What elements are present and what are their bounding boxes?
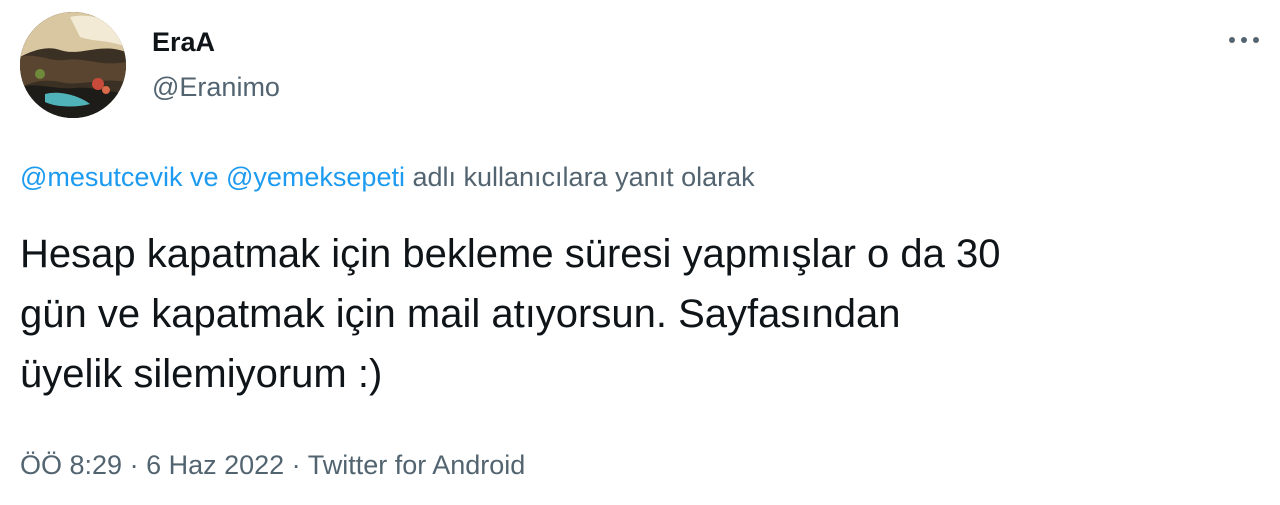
meta-separator: · bbox=[122, 450, 147, 480]
tweet-source[interactable]: Twitter for Android bbox=[308, 450, 526, 480]
mention-link-2[interactable]: @yemeksepeti bbox=[226, 162, 405, 192]
reply-context-suffix: adlı kullanıcılara yanıt olarak bbox=[404, 162, 755, 192]
author-handle[interactable]: @Eranimo bbox=[152, 70, 280, 104]
mention-link-1[interactable]: @mesutcevik bbox=[20, 162, 182, 192]
author-display-name[interactable]: EraA bbox=[152, 25, 215, 59]
tweet-text: Hesap kapatmak için bekleme süresi yapmı… bbox=[20, 232, 1001, 396]
meta-separator: · bbox=[284, 450, 308, 480]
landscape-photo-icon bbox=[20, 12, 126, 118]
tweet-date[interactable]: 6 Haz 2022 bbox=[146, 450, 284, 480]
avatar[interactable] bbox=[20, 12, 126, 118]
tweet-time[interactable]: ÖÖ 8:29 bbox=[20, 450, 122, 480]
tweet-meta: ÖÖ 8:29 · 6 Haz 2022 · Twitter for Andro… bbox=[20, 447, 525, 483]
more-horizontal-icon bbox=[1229, 37, 1259, 43]
reply-context: @mesutcevik ve @yemeksepeti adlı kullanı… bbox=[20, 159, 755, 195]
tweet-card: EraA @Eranimo @mesutcevik ve @yemeksepet… bbox=[0, 0, 1280, 505]
reply-conjunction: ve bbox=[182, 162, 226, 192]
more-options-button[interactable] bbox=[1226, 28, 1262, 52]
